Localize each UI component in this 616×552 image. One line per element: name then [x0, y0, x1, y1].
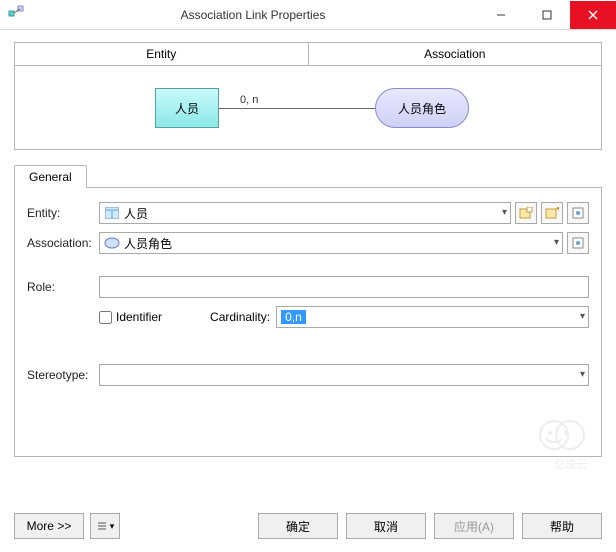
minimize-button[interactable] — [478, 1, 524, 29]
association-shape: 人员角色 — [375, 88, 469, 128]
window-title: Association Link Properties — [28, 8, 478, 22]
association-properties-button[interactable] — [567, 232, 589, 254]
top-tabs: Entity Association — [14, 42, 602, 66]
cardinality-label: Cardinality: — [210, 310, 270, 324]
bottom-bar: More >> ▾ 确定 取消 应用(A) 帮助 — [14, 512, 602, 540]
title-bar: Association Link Properties — [0, 0, 616, 30]
more-button[interactable]: More >> — [14, 513, 84, 539]
chevron-down-icon: ▾ — [110, 521, 115, 532]
svg-text:✶: ✶ — [554, 207, 559, 215]
link-cardinality-label: 0, n — [240, 94, 258, 106]
identifier-checkbox-input[interactable] — [99, 311, 112, 324]
entity-browse-button[interactable] — [515, 202, 537, 224]
entity-icon — [104, 206, 120, 220]
chevron-down-icon: ▾ — [502, 207, 507, 218]
ok-button[interactable]: 确定 — [258, 513, 338, 539]
role-input[interactable] — [99, 276, 589, 298]
menu-button[interactable]: ▾ — [90, 513, 120, 539]
diagram-preview: 人员 0, n 人员角色 — [14, 66, 602, 150]
entity-properties-button[interactable] — [567, 202, 589, 224]
list-icon — [96, 520, 108, 532]
association-dropdown[interactable]: 人员角色 ▾ — [99, 232, 563, 254]
chevron-down-icon: ▾ — [554, 237, 559, 248]
form-panel: Entity: 人员 ▾ ✶ Association: 人员角色 ▾ Role: — [14, 187, 602, 457]
role-label: Role: — [27, 280, 99, 294]
cancel-button[interactable]: 取消 — [346, 513, 426, 539]
window-controls — [478, 1, 616, 29]
tab-general[interactable]: General — [14, 165, 87, 188]
apply-button[interactable]: 应用(A) — [434, 513, 514, 539]
association-label: Association: — [27, 236, 99, 250]
entity-dropdown[interactable]: 人员 ▾ — [99, 202, 511, 224]
entity-label: Entity: — [27, 206, 99, 220]
entity-value: 人员 — [124, 205, 148, 222]
watermark: 亿速云 — [536, 417, 606, 472]
tab-entity-header[interactable]: Entity — [15, 43, 309, 65]
stereotype-label: Stereotype: — [27, 368, 99, 382]
tab-association-header[interactable]: Association — [309, 43, 602, 65]
stereotype-dropdown[interactable]: ▾ — [99, 364, 589, 386]
cardinality-dropdown[interactable]: 0,n ▾ — [276, 306, 589, 328]
identifier-checkbox[interactable]: Identifier — [99, 310, 162, 324]
maximize-button[interactable] — [524, 1, 570, 29]
cardinality-value: 0,n — [281, 310, 306, 324]
app-icon — [8, 5, 28, 25]
entity-shape: 人员 — [155, 88, 219, 128]
identifier-label: Identifier — [116, 310, 162, 324]
chevron-down-icon: ▾ — [580, 369, 585, 380]
association-icon — [104, 236, 120, 250]
form-tabstrip: General — [14, 164, 602, 187]
association-value: 人员角色 — [124, 235, 172, 252]
entity-new-button[interactable]: ✶ — [541, 202, 563, 224]
close-button[interactable] — [570, 1, 616, 29]
link-line — [219, 108, 375, 109]
chevron-down-icon: ▾ — [580, 311, 585, 322]
help-button[interactable]: 帮助 — [522, 513, 602, 539]
